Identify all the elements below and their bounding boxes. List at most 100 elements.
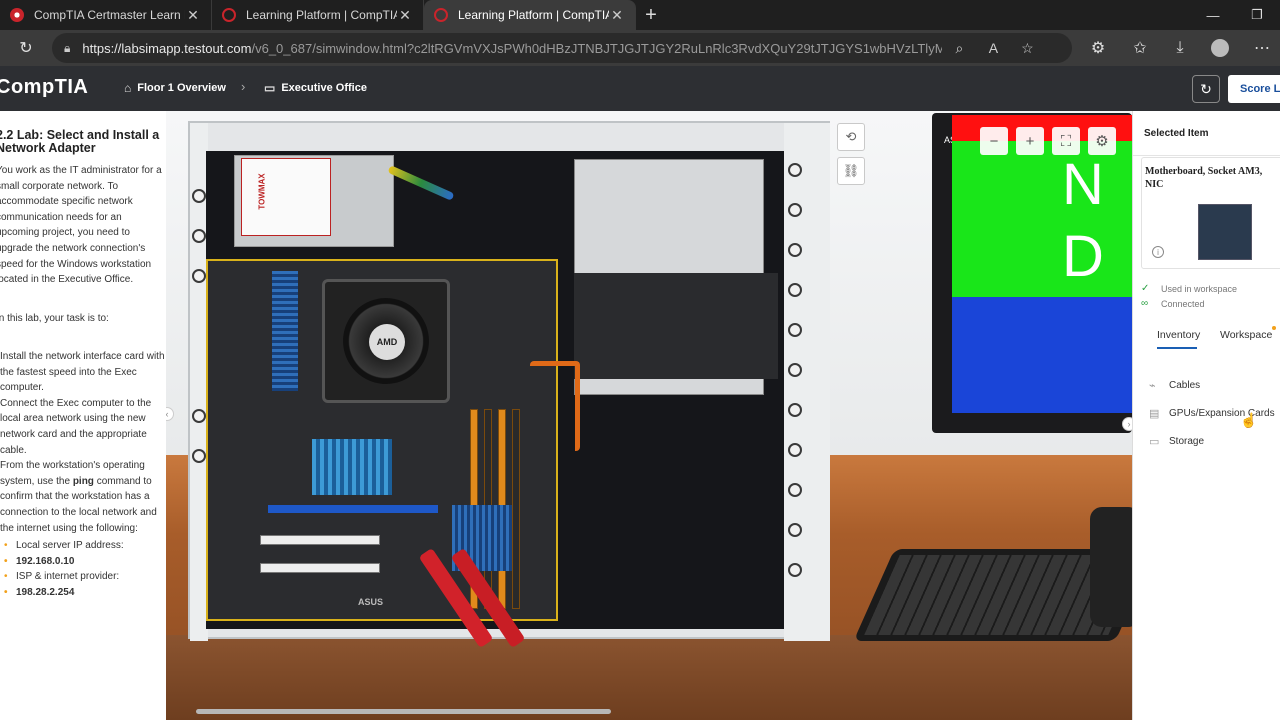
comptia-favicon-icon (222, 8, 236, 22)
task-lead: In this lab, your task is to: (0, 313, 109, 324)
browser-tab-2[interactable]: Learning Platform | CompTIA ✕ (212, 0, 424, 30)
psu-brand: TOWMAX (257, 173, 267, 210)
tab-close-icon[interactable]: ✕ (397, 7, 413, 24)
lab-intro: You work as the IT administrator for a s… (0, 165, 162, 286)
case-vent (788, 443, 802, 457)
speaker[interactable] (1090, 507, 1132, 627)
task-item: Connect the Exec computer to the local a… (0, 397, 152, 456)
tab-workspace[interactable]: Workspace (1220, 329, 1272, 341)
selected-item-panel: Selected Item Motherboard, Socket AM3, N… (1132, 111, 1280, 720)
ram-slot[interactable] (512, 409, 520, 609)
tab-title: CompTIA Certmaster Learn Link (l (34, 8, 185, 22)
scroll-right-icon[interactable]: › (1122, 417, 1132, 431)
sata-cable[interactable] (530, 361, 580, 451)
board-brand: ASUS (358, 597, 384, 607)
disconnect-link-icon[interactable]: ⛓ (837, 157, 865, 185)
tab-inventory[interactable]: Inventory (1157, 329, 1200, 341)
comptia-logo: CompTIA (0, 76, 89, 98)
monitor[interactable]: ASUS N D − + ⛶ ⚙ (932, 113, 1132, 433)
screen-green-band (952, 141, 1132, 297)
extensions-icon[interactable]: ⚙ (1082, 32, 1114, 64)
downloads-icon[interactable]: ⤓ (1164, 32, 1196, 64)
monitor-icon: ▭ (264, 81, 276, 95)
address-value: 198.28.2.254 (0, 585, 166, 601)
rotate-view-icon[interactable]: ⟲ (837, 123, 865, 151)
address-value: 192.168.0.10 (0, 554, 166, 570)
command-name: ping (72, 475, 94, 487)
expansion-card-icon: ▤ (1149, 408, 1160, 420)
pci-slot[interactable] (260, 535, 380, 545)
more-menu-icon[interactable]: ⋯ (1246, 32, 1278, 64)
case-vent (788, 563, 802, 577)
address-bar[interactable]: 🔒︎ https://labsimapp.testout.com/v6_0_68… (52, 33, 1072, 63)
score-lab-button[interactable]: Score La (1228, 75, 1280, 103)
case-vent (192, 449, 206, 463)
breadcrumb-separator-icon: › (241, 79, 246, 94)
breadcrumb-floor-overview[interactable]: ⌂ Floor 1 Overview (124, 81, 226, 95)
tab-close-icon[interactable]: ✕ (609, 7, 625, 24)
address-label: ISP & internet provider: (0, 569, 166, 585)
refresh-icon[interactable]: ↻ (10, 32, 42, 64)
favorite-star-icon[interactable]: ☆ (1010, 40, 1044, 57)
tab-close-icon[interactable]: ✕ (185, 7, 201, 24)
browser-tab-1[interactable]: CompTIA Certmaster Learn Link (l ✕ (0, 0, 212, 30)
lab-title: 2.2 Lab: Select and Install a Network Ad… (0, 128, 160, 155)
favorites-icon[interactable]: ✩ (1124, 32, 1156, 64)
inventory-item-cables[interactable]: ⌁ Cables (1149, 379, 1200, 392)
link-icon: ∞ (1141, 298, 1149, 309)
breadcrumb-executive-office[interactable]: ▭ Executive Office (264, 81, 367, 95)
cpu-cooler[interactable]: AMD (322, 279, 450, 403)
case-vent (788, 243, 802, 257)
vrm-heatsink (272, 271, 298, 391)
selected-item-card[interactable]: Motherboard, Socket AM3, NIC i (1141, 157, 1280, 269)
comptia-favicon-icon (434, 8, 448, 22)
desk-front (166, 635, 1132, 720)
case-vent (788, 283, 802, 297)
computer-case[interactable]: TOWMAX AMD ASUS (188, 121, 830, 649)
url-text: https://labsimapp.testout.com/v6_0_687/s… (82, 40, 943, 56)
workspace-notification-badge (1272, 326, 1276, 330)
browser-tabstrip: CompTIA Certmaster Learn Link (l ✕ Learn… (0, 0, 1280, 30)
zoom-in-icon[interactable]: + (1016, 127, 1044, 155)
profile-avatar-icon[interactable] (1204, 32, 1236, 64)
cable-icon: ⌁ (1149, 380, 1156, 392)
status-label: Connected (1161, 298, 1205, 309)
panel-tabs: Inventory Workspace (1133, 323, 1280, 353)
pcie-x16-slot[interactable] (268, 505, 438, 513)
minimize-icon[interactable]: — (1190, 0, 1236, 30)
inventory-label: GPUs/Expansion Cards (1169, 408, 1275, 419)
browser-tab-3[interactable]: Learning Platform | CompTIA ✕ (424, 0, 636, 30)
zoom-icon[interactable]: ⌕ (942, 40, 976, 57)
cpu-brand: AMD (369, 324, 405, 360)
case-vent (788, 363, 802, 377)
drive-bay-slots[interactable] (574, 273, 778, 379)
case-vent (788, 203, 802, 217)
psu-label: TOWMAX (241, 158, 331, 236)
settings-gear-icon[interactable]: ⚙ (1088, 127, 1116, 155)
lab-workspace: ASUS N D − + ⛶ ⚙ TOWMAX AMD (166, 111, 1132, 720)
fullscreen-icon[interactable]: ⛶ (1052, 127, 1080, 155)
task-item: From the workstation's operating system,… (0, 460, 157, 534)
zoom-out-icon[interactable]: − (980, 127, 1008, 155)
monitor-screen[interactable]: N D (952, 115, 1132, 413)
pci-slot[interactable] (260, 563, 380, 573)
lock-icon: 🔒︎ (64, 40, 71, 55)
case-vent (788, 523, 802, 537)
horizontal-scrollbar[interactable] (196, 709, 611, 714)
maximize-icon[interactable]: ❐ (1234, 0, 1280, 30)
mouse-pointer-icon: ☝ (1240, 412, 1258, 428)
power-supply[interactable]: TOWMAX (234, 155, 394, 247)
status-used-in-workspace: ✓ Used in workspace (1141, 283, 1237, 294)
tab-title: Learning Platform | CompTIA (458, 8, 609, 22)
breadcrumb-label: Floor 1 Overview (137, 82, 226, 94)
info-icon[interactable]: i (1152, 246, 1164, 258)
address-list: Local server IP address: 192.168.0.10 IS… (0, 538, 166, 600)
new-tab-button[interactable]: + (636, 0, 666, 30)
checkmark-icon: ✓ (1141, 283, 1150, 294)
case-vent (192, 269, 206, 283)
lab-header: CompTIA ⌂ Floor 1 Overview › ▭ Executive… (0, 66, 1280, 111)
reset-lab-button[interactable]: ↻ (1192, 75, 1220, 103)
read-aloud-icon[interactable]: A (976, 40, 1010, 56)
inventory-item-storage[interactable]: ▭ Storage (1149, 435, 1204, 448)
motherboard[interactable]: AMD ASUS (206, 259, 558, 621)
